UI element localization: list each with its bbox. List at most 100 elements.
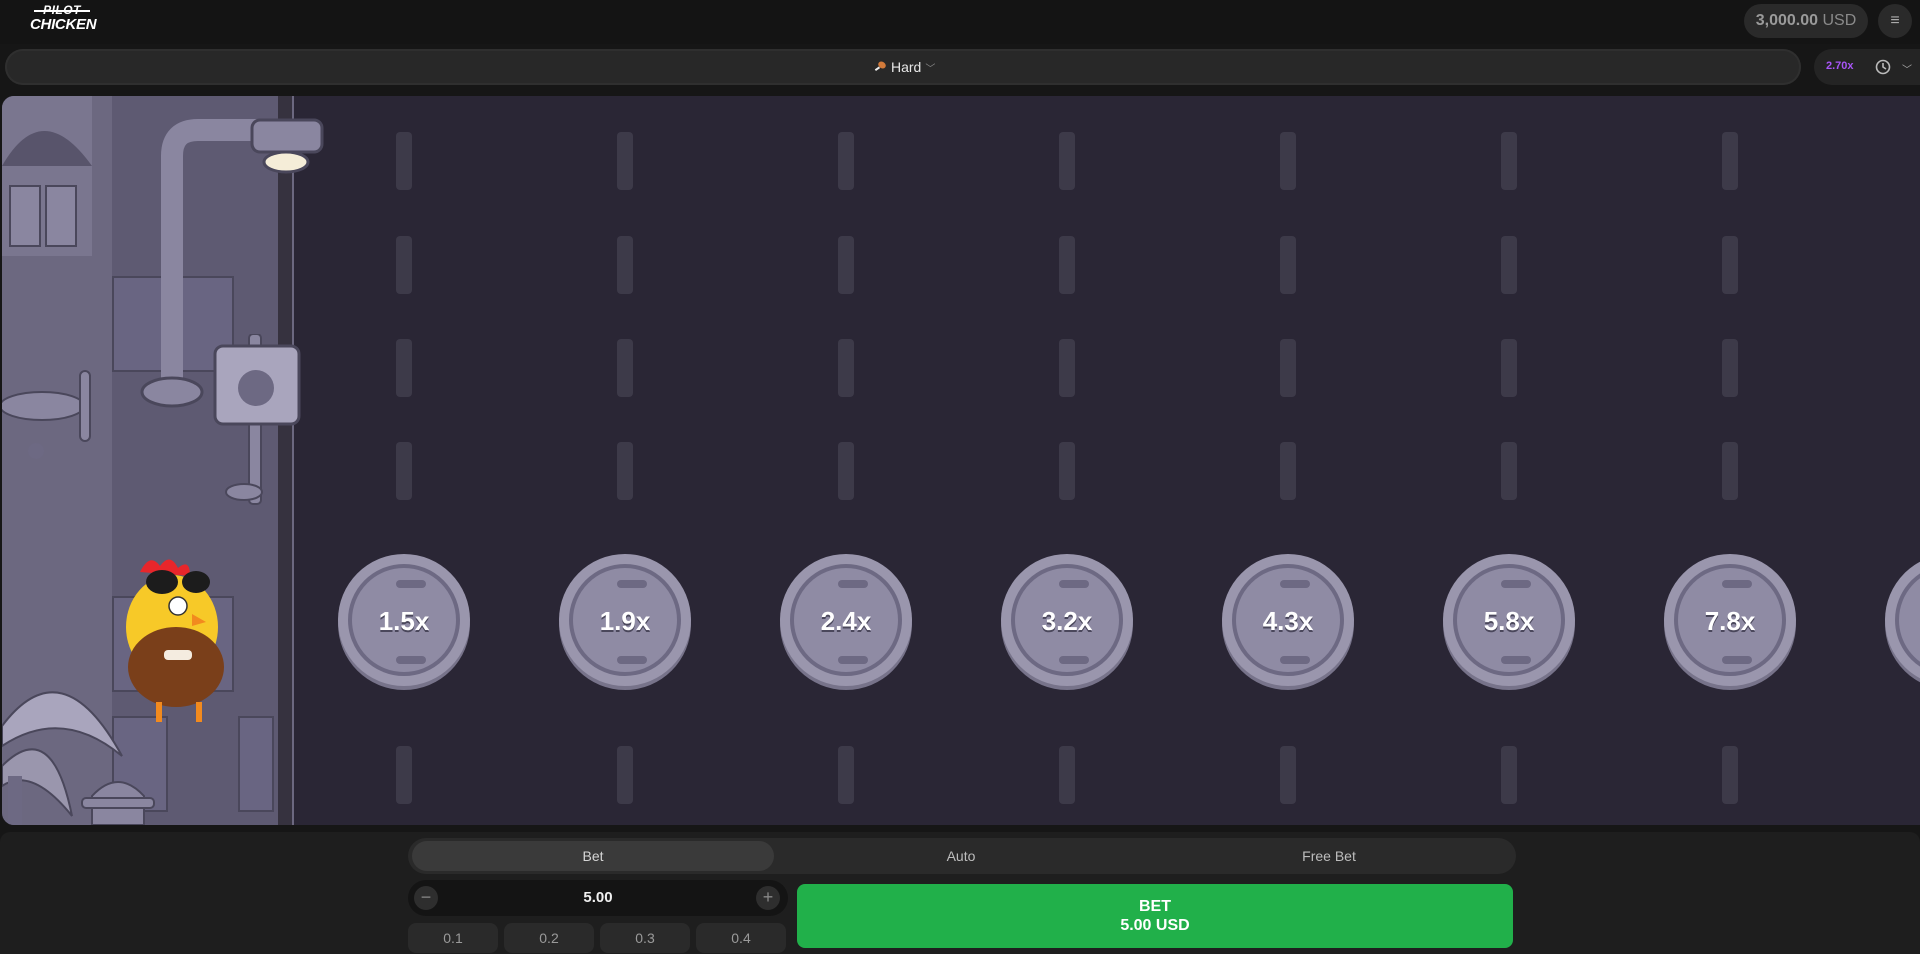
- bet-mode-tabs: Bet Auto Free Bet: [408, 838, 1516, 874]
- lane-dash: [1722, 442, 1738, 500]
- minus-icon: −: [420, 887, 432, 907]
- lane-multiplier-coin[interactable]: 1.9x: [559, 554, 691, 686]
- lane-dash: [838, 132, 854, 190]
- lane-dash: [617, 236, 633, 294]
- tab-bet[interactable]: Bet: [412, 841, 774, 871]
- lane-dash: [1280, 746, 1296, 804]
- chicken-pilot-character: [126, 559, 224, 722]
- top-bar: PILOT CHICKEN 3,000.00 USD ≡: [0, 0, 1920, 44]
- difficulty-label: Hard: [891, 59, 922, 75]
- coin-slot: [1280, 580, 1310, 588]
- menu-icon: ≡: [1890, 12, 1900, 29]
- lane-dash: [1059, 442, 1075, 500]
- history-chevron-down-icon[interactable]: ﹀: [1902, 61, 1912, 76]
- coin-slot: [1059, 580, 1089, 588]
- game-board: 1.5x 1.9x 2.4x 3.2x 4.3x 5.8x 7.8x: [2, 96, 1920, 825]
- lane-dash: [617, 339, 633, 397]
- coin-inner: 3.2x: [1011, 564, 1123, 676]
- balance-amount: 3,000.00: [1755, 12, 1819, 29]
- coin-slot: [838, 580, 868, 588]
- history-clock-icon[interactable]: [1874, 58, 1892, 76]
- coin-inner: 5.8x: [1453, 564, 1565, 676]
- increase-bet-button[interactable]: +: [756, 886, 780, 910]
- lane-dash: [1501, 236, 1517, 294]
- lane-multiplier-value: 5.8x: [1483, 606, 1535, 636]
- lane-dash: [617, 132, 633, 190]
- coin-inner: 1.9x: [569, 564, 681, 676]
- lane-dash: [1280, 442, 1296, 500]
- lane-dash: [617, 442, 633, 500]
- lane-dash: [396, 339, 412, 397]
- lane-dash: [396, 746, 412, 804]
- chevron-down-icon: ﹀: [925, 63, 936, 75]
- coin-inner: 2.4x: [790, 564, 902, 676]
- coin-slot: [396, 580, 426, 588]
- lane-dash: [1501, 442, 1517, 500]
- lane-dash: [1501, 339, 1517, 397]
- lane-multiplier-value: 4.3x: [1262, 606, 1314, 636]
- coin-slot: [1501, 580, 1531, 588]
- lane-dash: [1722, 132, 1738, 190]
- lane-multiplier-coin[interactable]: 2.4x: [780, 554, 912, 686]
- coin-slot: [396, 656, 426, 664]
- lane-multiplier-value: 1.9x: [599, 606, 651, 636]
- lane-dash: [1722, 746, 1738, 804]
- history-bar: 2.70x ﹀: [1814, 49, 1920, 85]
- lane-dash: [396, 132, 412, 190]
- logo-wing-icon: [34, 10, 90, 12]
- last-multiplier-chip[interactable]: 2.70x: [1826, 60, 1854, 72]
- menu-button[interactable]: ≡: [1878, 4, 1912, 38]
- lane-dash: [1280, 339, 1296, 397]
- quick-amount-button[interactable]: 0.3: [600, 923, 690, 953]
- lane-dash: [838, 236, 854, 294]
- airplane-silhouette: [2, 370, 91, 459]
- tab-free-bet[interactable]: Free Bet: [1148, 841, 1510, 871]
- lane-multiplier-coin[interactable]: 3.2x: [1001, 554, 1133, 686]
- quick-amount-button[interactable]: 0.2: [504, 923, 594, 953]
- decrease-bet-button[interactable]: −: [414, 886, 438, 910]
- lane-dash: [1722, 339, 1738, 397]
- lane-dash: [1501, 746, 1517, 804]
- lane-dash: [617, 746, 633, 804]
- lane-dash: [838, 339, 854, 397]
- lane-dash: [1059, 132, 1075, 190]
- tab-auto[interactable]: Auto: [780, 841, 1142, 871]
- balance-display: 3,000.00 USD: [1744, 4, 1868, 38]
- coin-inner: [1895, 564, 1920, 676]
- lane-dash: [1280, 132, 1296, 190]
- coin-slot: [838, 656, 868, 664]
- lane-multiplier-value: 7.8x: [1704, 606, 1756, 636]
- bet-button[interactable]: BET 5.00 USD: [797, 884, 1513, 948]
- sidewalk-scene: [2, 96, 324, 825]
- lane-multiplier-coin[interactable]: 5.8x: [1443, 554, 1575, 686]
- lane-dash: [1059, 339, 1075, 397]
- coin-slot: [617, 656, 647, 664]
- lane-dash: [396, 442, 412, 500]
- coin-inner: 4.3x: [1232, 564, 1344, 676]
- quick-amount-button[interactable]: 0.1: [408, 923, 498, 953]
- bet-amount-input[interactable]: 5.00: [448, 889, 748, 906]
- coin-inner: 7.8x: [1674, 564, 1786, 676]
- balance-currency: USD: [1822, 12, 1857, 29]
- difficulty-bar: Hard ﹀: [5, 49, 1801, 85]
- pilot-chicken-logo: PILOT CHICKEN: [30, 4, 97, 38]
- coin-inner: 1.5x: [348, 564, 460, 676]
- plus-icon: +: [762, 887, 774, 907]
- coin-slot: [1280, 656, 1310, 664]
- lane-multiplier-coin[interactable]: 4.3x: [1222, 554, 1354, 686]
- bet-panel: Bet Auto Free Bet − 5.00 + 0.1 0.2 0.3 0…: [0, 832, 1920, 954]
- coin-slot: [1722, 580, 1752, 588]
- lane-dash: [1280, 236, 1296, 294]
- window-arch: [2, 96, 92, 256]
- quick-amount-button[interactable]: 0.4: [696, 923, 786, 953]
- lane-multiplier-coin[interactable]: 1.5x: [338, 554, 470, 686]
- lane-dash: [838, 746, 854, 804]
- chicken-leg-icon: [874, 61, 886, 71]
- difficulty-select[interactable]: Hard ﹀: [873, 58, 935, 76]
- lane-multiplier-coin[interactable]: 7.8x: [1664, 554, 1796, 686]
- lane-multiplier-coin[interactable]: [1885, 554, 1920, 686]
- bet-amount-stepper: − 5.00 +: [408, 880, 788, 916]
- fire-hydrant: [81, 781, 155, 825]
- coin-slot: [1501, 656, 1531, 664]
- lane-dash: [838, 442, 854, 500]
